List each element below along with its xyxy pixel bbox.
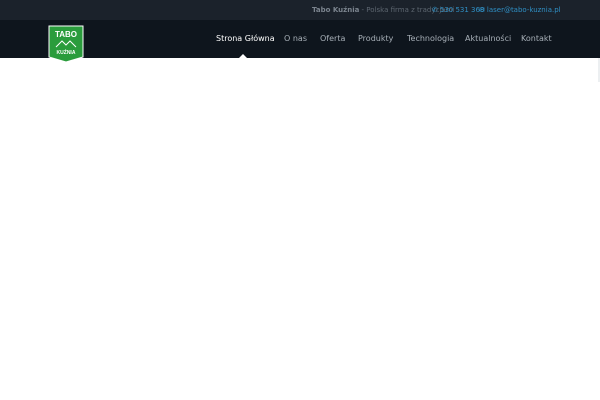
active-nav-indicator: [239, 54, 247, 58]
phone-icon: ✆: [432, 6, 438, 14]
phone-link[interactable]: ✆ 530 531 360: [432, 0, 484, 20]
logo-line2: KUŹNIA: [57, 48, 76, 56]
nav-item-technologia[interactable]: Technologia: [407, 20, 454, 58]
logo-badge: TABO KUŹNIA: [48, 25, 84, 63]
nav-item-kontakt[interactable]: Kontakt: [521, 20, 552, 58]
logo-line1: TABO: [55, 30, 77, 39]
nav-item-o-nas[interactable]: O nas: [284, 20, 307, 58]
email-address: laser@tabo-kuznia.pl: [486, 6, 561, 14]
nav-item-oferta[interactable]: Oferta: [320, 20, 345, 58]
company-name: Tabo Kuźnia: [312, 6, 360, 14]
logo[interactable]: TABO KUŹNIA: [48, 25, 84, 63]
top-info-bar: Tabo Kuźnia - Polska firma z tradycjami …: [0, 0, 600, 20]
email-link[interactable]: ✉ laser@tabo-kuznia.pl: [479, 0, 561, 20]
nav-item-aktualnosci[interactable]: Aktualności: [465, 20, 511, 58]
nav-item-strona-glowna[interactable]: Strona Główna: [216, 20, 275, 58]
nav-item-produkty[interactable]: Produkty: [358, 20, 393, 58]
envelope-icon: ✉: [479, 6, 485, 14]
phone-number: 530 531 360: [439, 6, 485, 14]
